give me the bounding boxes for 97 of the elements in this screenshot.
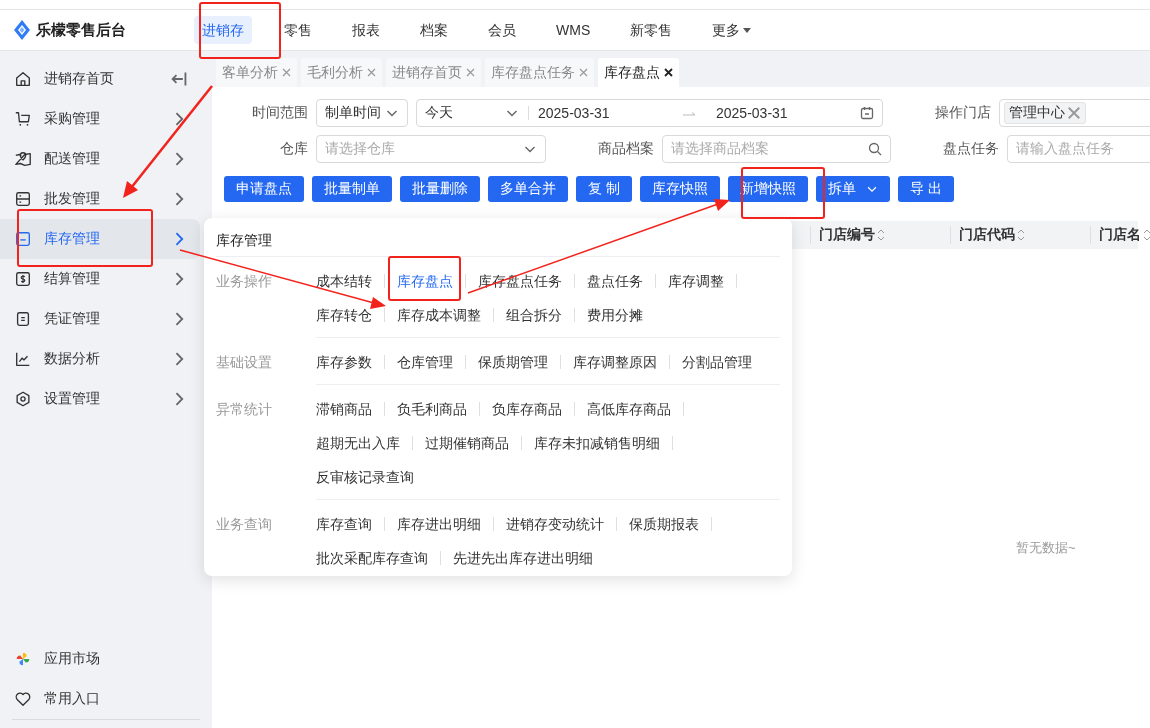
section-title: 业务查询 [216, 515, 273, 534]
menu-link[interactable]: 保质期报表 [617, 507, 711, 541]
sidebar-item[interactable]: 结算管理 [0, 259, 200, 299]
action-button[interactable]: 导 出 [897, 176, 954, 202]
menu-link[interactable]: 库存盘点 [385, 264, 465, 298]
menu-link[interactable]: 盘点任务 [575, 264, 655, 298]
sidebar-item[interactable]: 凭证管理 [0, 299, 200, 339]
menu-link[interactable]: 超期无出入库 [304, 426, 412, 460]
field-label: 盘点任务 [942, 140, 999, 158]
menu-link[interactable]: 负毛利商品 [385, 392, 479, 426]
menu-link[interactable]: 库存调整原因 [561, 345, 669, 379]
menu-link[interactable]: 库存参数 [304, 345, 384, 379]
heart-icon [14, 690, 32, 708]
dollar-icon [14, 270, 32, 288]
action-button[interactable]: 复 制 [576, 176, 632, 202]
page-tab[interactable]: 库存盘点 [598, 58, 679, 87]
pinwheel-icon [14, 650, 32, 668]
sidebar-item[interactable]: 常用入口 [0, 679, 200, 719]
menu-link[interactable]: 库存调整 [656, 264, 736, 298]
menu-link[interactable]: 成本结转 [304, 264, 384, 298]
menu-link[interactable]: 先进先出库存进出明细 [441, 541, 605, 575]
nav-tab[interactable]: 会员 [480, 16, 524, 44]
menu-link[interactable]: 滞销商品 [304, 392, 384, 426]
field-label: 商品档案 [597, 140, 654, 158]
calendar-icon[interactable] [860, 106, 874, 120]
app-name: 乐檬零售后台 [36, 20, 126, 40]
nav-tab[interactable]: WMS [548, 16, 599, 44]
sidebar-item[interactable]: 进销存首页 [0, 59, 200, 99]
cart-icon [14, 110, 32, 128]
page-tab[interactable]: 进销存首页 [386, 58, 481, 87]
server-icon [14, 190, 32, 208]
menu-link[interactable]: 库存未扣减销售明细 [522, 426, 672, 460]
sidebar-item[interactable]: 应用市场 [0, 639, 200, 679]
section-title: 异常统计 [216, 400, 273, 419]
nav-tab[interactable]: 报表 [344, 16, 388, 44]
menu-link[interactable]: 保质期管理 [466, 345, 560, 379]
sidebar-item[interactable]: 采购管理 [0, 99, 200, 139]
sidebar-item[interactable]: 设置管理 [0, 379, 200, 419]
menu-link[interactable]: 仓库管理 [385, 345, 465, 379]
menu-link[interactable]: 组合拆分 [494, 298, 574, 332]
field-label: 仓库 [279, 140, 308, 158]
column-header[interactable]: 门店编号 [810, 226, 950, 244]
menu-link[interactable]: 库存进出明细 [385, 507, 493, 541]
menu-link[interactable]: 负库存商品 [480, 392, 574, 426]
action-button[interactable]: 申请盘点 [224, 176, 304, 202]
action-button[interactable]: 批量删除 [400, 176, 480, 202]
nav-tab[interactable]: 零售 [276, 16, 320, 44]
nav-tab[interactable]: 新零售 [622, 16, 681, 44]
column-header[interactable]: 门店名 [1090, 226, 1150, 244]
home-icon [14, 70, 32, 88]
sort-icon[interactable] [877, 229, 885, 241]
menu-link[interactable]: 库存成本调整 [385, 298, 493, 332]
nav-tab[interactable]: 进销存 [194, 16, 252, 44]
field-label: 时间范围 [251, 104, 308, 122]
remove-tag-icon[interactable] [1067, 106, 1081, 120]
menu-link[interactable]: 过期催销商品 [413, 426, 521, 460]
close-icon[interactable] [664, 68, 673, 77]
section-title: 基础设置 [216, 353, 273, 372]
box-icon [14, 230, 32, 248]
menu-link[interactable]: 分割品管理 [670, 345, 764, 379]
menu-link[interactable]: 批次采配库存查询 [304, 541, 440, 575]
menu-link[interactable]: 反审核记录查询 [304, 460, 426, 494]
action-button[interactable]: 批量制单 [312, 176, 392, 202]
page-tab[interactable]: 客单分析 [216, 58, 297, 87]
action-button[interactable]: 拆单 [815, 176, 890, 202]
sort-icon[interactable] [1143, 229, 1150, 241]
menu-link[interactable]: 库存转仓 [304, 298, 384, 332]
time-type-select[interactable]: 制单时间 [316, 99, 408, 127]
nav-tab[interactable]: 更多 [704, 16, 760, 44]
collapse-icon[interactable] [170, 70, 188, 88]
empty-message: 暂无数据~ [1016, 540, 1076, 555]
section-title: 业务操作 [216, 272, 273, 291]
menu-link[interactable]: 库存查询 [304, 507, 384, 541]
menu-link[interactable]: 高低库存商品 [575, 392, 683, 426]
flyout-title: 库存管理 [216, 230, 780, 257]
nav-tab[interactable]: 档案 [412, 16, 456, 44]
column-header[interactable]: 门店代码 [950, 226, 1090, 244]
action-button[interactable]: 库存快照 [639, 176, 720, 202]
menu-link[interactable]: 进销存变动统计 [494, 507, 616, 541]
action-button[interactable]: 多单合并 [488, 176, 568, 202]
sidebar-item[interactable]: 数据分析 [0, 339, 200, 379]
field-label: 操作门店 [934, 104, 991, 122]
page-tab[interactable]: 库存盘点任务 [485, 58, 594, 87]
store-select[interactable]: 管理中心 [999, 99, 1150, 127]
page-tab[interactable]: 毛利分析 [301, 58, 382, 87]
line-chart-icon [14, 350, 32, 368]
map-icon [14, 150, 32, 168]
document-icon [14, 310, 32, 328]
menu-link[interactable]: 费用分摊 [575, 298, 655, 332]
logo-icon [14, 20, 30, 40]
sort-icon[interactable] [1017, 229, 1025, 241]
sidebar-item[interactable]: 批发管理 [0, 179, 200, 219]
date-range-field[interactable]: 今天 2025-03-31 2025-03-31 [416, 99, 883, 127]
hexagon-icon [14, 390, 32, 408]
sidebar-item[interactable]: 库存管理 [0, 219, 200, 259]
search-icon [868, 142, 882, 156]
sidebar-item[interactable]: 配送管理 [0, 139, 200, 179]
